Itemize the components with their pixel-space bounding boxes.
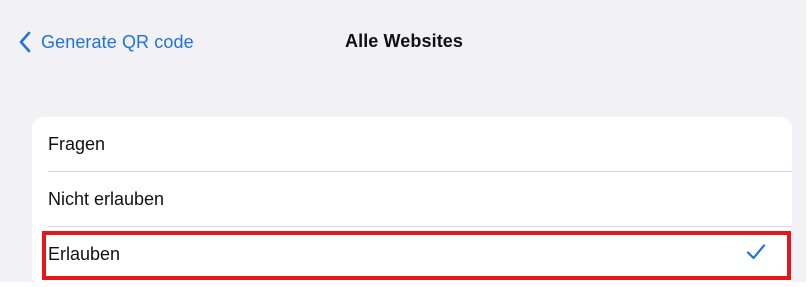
chevron-left-icon bbox=[19, 31, 31, 53]
permission-options-list: Fragen Nicht erlauben Erlauben bbox=[32, 117, 792, 287]
option-label: Erlauben bbox=[48, 244, 121, 264]
option-nicht-erlauben[interactable]: Nicht erlauben bbox=[32, 172, 792, 227]
option-fragen[interactable]: Fragen bbox=[32, 117, 792, 172]
settings-screen: Generate QR code Alle Websites Fragen Ni… bbox=[0, 0, 808, 287]
option-label: Fragen bbox=[48, 134, 106, 154]
page-title: Alle Websites bbox=[345, 31, 464, 51]
option-erlauben[interactable]: Erlauben bbox=[32, 227, 792, 282]
back-button-label: Generate QR code bbox=[41, 31, 194, 52]
navigation-bar: Generate QR code Alle Websites bbox=[0, 0, 806, 86]
checkmark-icon bbox=[746, 244, 766, 260]
option-label: Nicht erlauben bbox=[48, 189, 165, 209]
back-button[interactable]: Generate QR code bbox=[18, 28, 194, 56]
